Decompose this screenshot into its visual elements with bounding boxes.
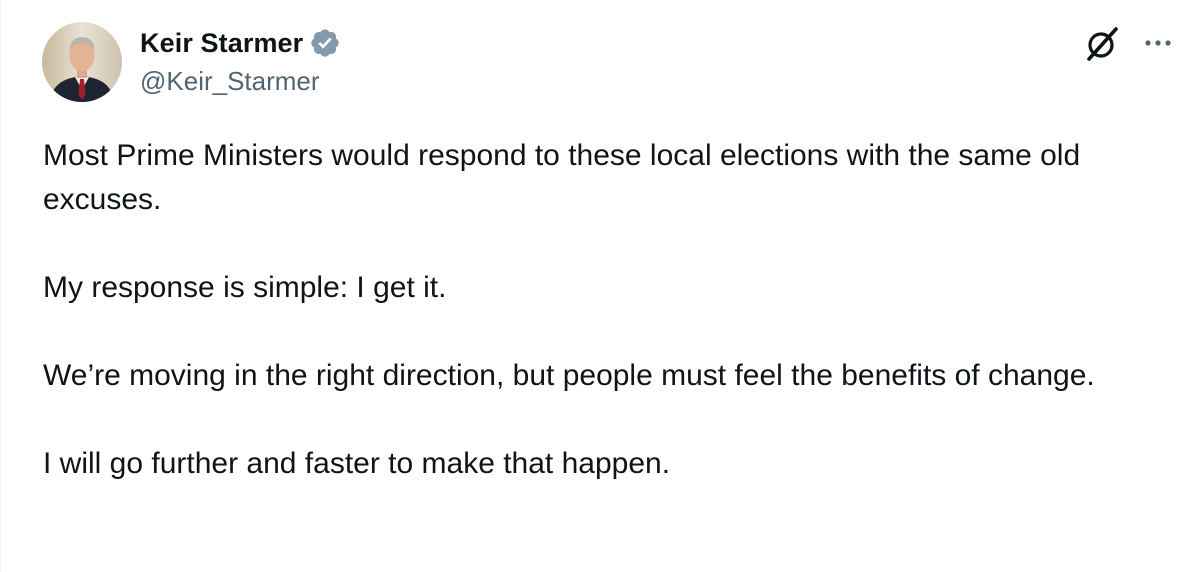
grok-icon[interactable] — [1082, 24, 1122, 64]
tweet-card: Keir Starmer @Keir_Starmer Most Prime Mi… — [0, 0, 1196, 572]
avatar[interactable] — [42, 22, 122, 102]
tweet-paragraph: Most Prime Ministers would respond to th… — [43, 139, 1081, 216]
tweet-text: Most Prime Ministers would respond to th… — [43, 134, 1163, 530]
tweet-paragraph: We’re moving in the right direction, but… — [43, 359, 1095, 392]
author-display-name[interactable]: Keir Starmer — [140, 28, 303, 59]
verified-badge-icon[interactable] — [309, 27, 341, 59]
tweet-paragraph: I will go further and faster to make tha… — [43, 447, 671, 480]
author-handle[interactable]: @Keir_Starmer — [140, 66, 320, 97]
more-options-icon[interactable] — [1140, 28, 1176, 58]
author-name-row: Keir Starmer — [140, 24, 341, 62]
tweet-paragraph: My response is simple: I get it. — [43, 271, 447, 304]
